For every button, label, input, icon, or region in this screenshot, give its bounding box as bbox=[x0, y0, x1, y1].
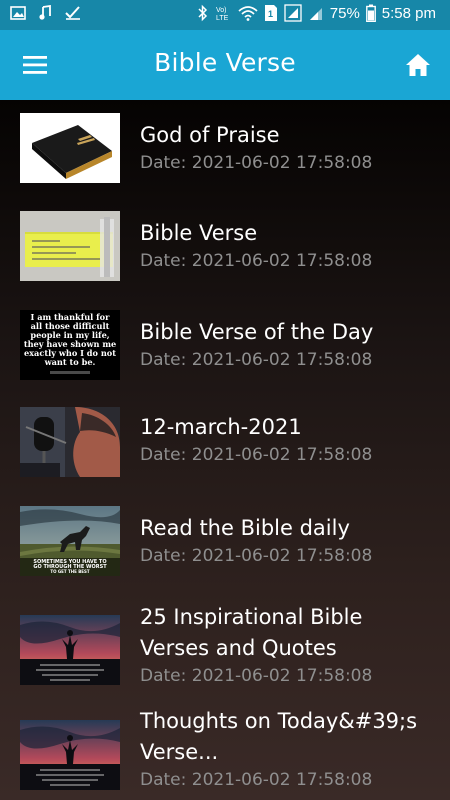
list-item-texts: God of Praise Date: 2021-06-02 17:58:08 bbox=[140, 120, 438, 175]
check-icon bbox=[64, 5, 82, 21]
wifi-icon bbox=[238, 5, 258, 21]
list-item[interactable]: 25 Inspirational Bible Verses and Quotes… bbox=[0, 605, 450, 715]
list-item-texts: 25 Inspirational Bible Verses and Quotes… bbox=[140, 602, 438, 688]
man-sunset-image bbox=[20, 720, 120, 790]
app-bar: Bible Verse bbox=[0, 30, 450, 100]
thankful-quote-image: I am thankful for all those difficult pe… bbox=[20, 310, 120, 380]
list-item-title: Thoughts on Today&#39;s Verse... bbox=[140, 709, 418, 764]
thumb-quote-line: TO GET THE BEST bbox=[50, 569, 90, 574]
music-icon bbox=[38, 5, 52, 21]
list-item[interactable]: 12-march-2021 Date: 2021-06-02 17:58:08 bbox=[0, 407, 450, 505]
list-item-texts: 12-march-2021 Date: 2021-06-02 17:58:08 bbox=[140, 412, 438, 467]
list-item[interactable]: SOMETIMES YOU HAVE TO GO THROUGH THE WOR… bbox=[0, 506, 450, 604]
status-left-icons bbox=[10, 5, 82, 21]
radio-microphone-image bbox=[20, 407, 120, 477]
sim-icon: 1 bbox=[264, 4, 278, 22]
list-item-date: Date: 2021-06-02 17:58:08 bbox=[140, 445, 373, 465]
man-sunset-image bbox=[20, 615, 120, 685]
list-item-title: Read the Bible daily bbox=[140, 516, 350, 540]
verse-list: God of Praise Date: 2021-06-02 17:58:08 … bbox=[0, 100, 450, 800]
bluetooth-icon bbox=[198, 4, 208, 22]
list-item-texts: Read the Bible daily Date: 2021-06-02 17… bbox=[140, 513, 438, 568]
list-item-title: 12-march-2021 bbox=[140, 415, 302, 439]
list-item-texts: Bible Verse Date: 2021-06-02 17:58:08 bbox=[140, 218, 438, 273]
list-item-date: Date: 2021-06-02 17:58:08 bbox=[140, 350, 373, 370]
image-icon bbox=[10, 5, 26, 21]
list-item-title: Bible Verse bbox=[140, 221, 258, 245]
list-item[interactable]: I am thankful for all those difficult pe… bbox=[0, 310, 450, 408]
battery-icon bbox=[365, 4, 376, 22]
thumb-quote-line: want to be. bbox=[44, 357, 96, 367]
yellow-note-image bbox=[20, 211, 120, 281]
list-item-title: Bible Verse of the Day bbox=[140, 320, 374, 344]
list-item-date: Date: 2021-06-02 17:58:08 bbox=[140, 546, 373, 566]
svg-text:LTE: LTE bbox=[216, 15, 229, 22]
home-icon[interactable] bbox=[404, 51, 432, 79]
holy-bible-book-image bbox=[20, 113, 120, 183]
list-item[interactable]: God of Praise Date: 2021-06-02 17:58:08 bbox=[0, 113, 450, 211]
svg-text:Vo): Vo) bbox=[216, 7, 227, 14]
svg-text:1: 1 bbox=[268, 9, 273, 19]
status-time: 5:58 pm bbox=[381, 4, 436, 22]
volte-icon: Vo) LTE bbox=[214, 4, 232, 22]
list-item-date: Date: 2021-06-02 17:58:08 bbox=[140, 251, 373, 271]
horse-field-image: SOMETIMES YOU HAVE TO GO THROUGH THE WOR… bbox=[20, 506, 120, 576]
list-item-date: Date: 2021-06-02 17:58:08 bbox=[140, 770, 373, 790]
list-item-texts: Bible Verse of the Day Date: 2021-06-02 … bbox=[140, 317, 438, 372]
battery-percent: 75% bbox=[329, 4, 360, 22]
list-item-title: 25 Inspirational Bible Verses and Quotes bbox=[140, 605, 363, 660]
signal-icon bbox=[308, 4, 324, 22]
app-title: Bible Verse bbox=[154, 48, 296, 77]
list-item-date: Date: 2021-06-02 17:58:08 bbox=[140, 666, 373, 686]
status-bar: Vo) LTE 1 75% 5:58 pm bbox=[0, 0, 450, 30]
list-item-texts: Thoughts on Today&#39;s Verse... Date: 2… bbox=[140, 706, 438, 792]
signal-icon bbox=[284, 4, 302, 22]
list-item[interactable]: Bible Verse Date: 2021-06-02 17:58:08 bbox=[0, 211, 450, 309]
status-right-icons: Vo) LTE 1 75% 5:58 pm bbox=[198, 4, 436, 22]
list-item-title: God of Praise bbox=[140, 123, 280, 147]
list-item[interactable]: Thoughts on Today&#39;s Verse... Date: 2… bbox=[0, 706, 450, 800]
list-item-date: Date: 2021-06-02 17:58:08 bbox=[140, 153, 373, 173]
